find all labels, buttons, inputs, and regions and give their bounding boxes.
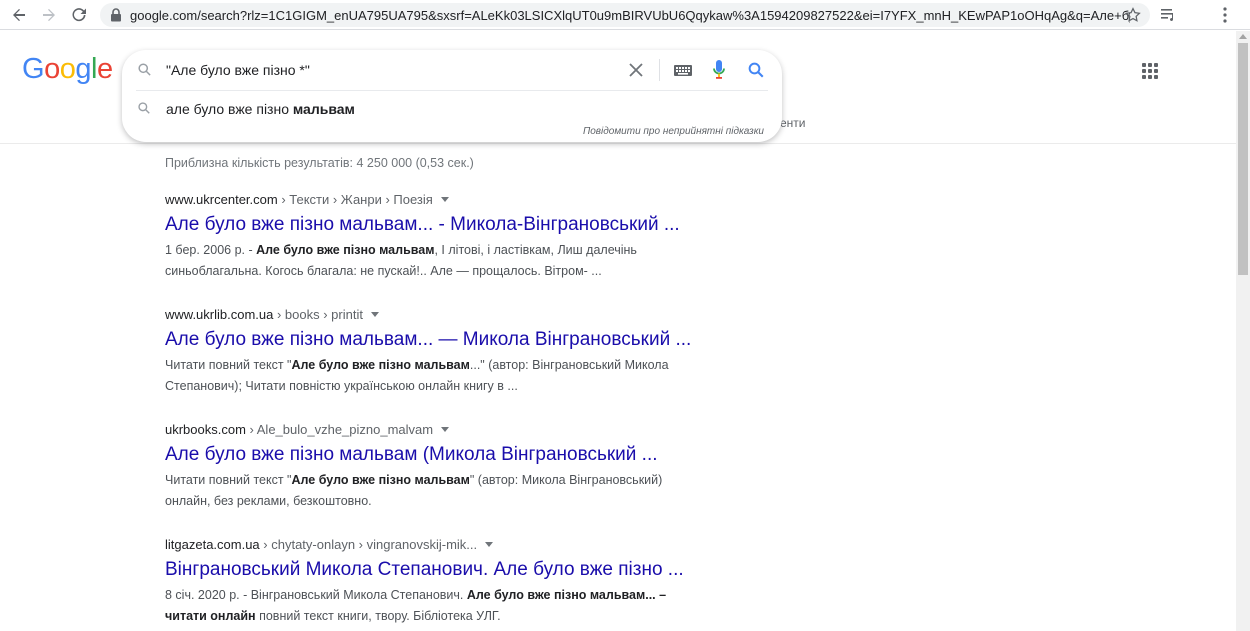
reload-icon bbox=[72, 7, 86, 21]
result-snippet: 1 бер. 2006 р. - Але було вже пізно маль… bbox=[165, 240, 695, 282]
forward-button[interactable] bbox=[36, 2, 62, 28]
search-divider bbox=[659, 59, 660, 81]
apps-grid-icon[interactable] bbox=[1142, 63, 1158, 79]
result-snippet: Читати повний текст "Але було вже пізно … bbox=[165, 355, 695, 397]
result-url[interactable]: www.ukrcenter.com › Тексти › Жанри › Пое… bbox=[165, 191, 725, 208]
logo-letter: o bbox=[44, 53, 60, 85]
snippet-text: повний текст книги, твору. Бібліотека УЛ… bbox=[255, 609, 501, 623]
header-divider bbox=[0, 143, 1236, 144]
result-snippet: Читати повний текст "Але було вже пізно … bbox=[165, 470, 695, 512]
browser-toolbar: google.com/search?rlz=1C1GIGM_enUA795UA7… bbox=[0, 0, 1250, 30]
page-scrollbar[interactable] bbox=[1236, 31, 1250, 631]
search-result: litgazeta.com.ua › chytaty-onlayn › ving… bbox=[165, 536, 725, 627]
result-title-link[interactable]: Але було вже пізно мальвам... — Микола В… bbox=[165, 328, 725, 352]
logo-letter: g bbox=[75, 53, 91, 85]
logo-letter: o bbox=[59, 53, 76, 85]
tab-partial[interactable]: енти bbox=[780, 116, 806, 130]
microphone-icon[interactable] bbox=[713, 60, 725, 80]
search-row bbox=[122, 50, 782, 90]
snippet-highlight: Але було вже пізно мальвам bbox=[291, 473, 470, 487]
result-menu-caret-icon[interactable] bbox=[440, 197, 449, 203]
reading-list-icon[interactable] bbox=[1160, 7, 1176, 23]
search-icon bbox=[138, 63, 151, 76]
snippet-text: 8 січ. 2020 р. - Вінграновський Микола С… bbox=[165, 588, 467, 602]
result-url[interactable]: www.ukrlib.com.ua › books › printit bbox=[165, 306, 725, 323]
result-url[interactable]: ukrbooks.com › Ale_bulo_vzhe_pizno_malva… bbox=[165, 421, 725, 438]
result-menu-caret-icon[interactable] bbox=[370, 312, 379, 318]
scroll-up-arrow-icon[interactable] bbox=[1239, 34, 1247, 39]
result-breadcrumbs: › chytaty-onlayn › vingranovskij-mik... bbox=[259, 537, 478, 552]
result-title-link[interactable]: Вінграновський Микола Степанович. Але бу… bbox=[165, 558, 725, 582]
scroll-thumb[interactable] bbox=[1238, 43, 1248, 275]
result-domain: litgazeta.com.ua bbox=[165, 537, 260, 552]
result-title-link[interactable]: Але було вже пізно мальвам (Микола Вінгр… bbox=[165, 443, 725, 467]
result-url[interactable]: litgazeta.com.ua › chytaty-onlayn › ving… bbox=[165, 536, 725, 553]
search-result: www.ukrcenter.com › Тексти › Жанри › Пое… bbox=[165, 191, 725, 282]
clear-icon[interactable] bbox=[628, 62, 644, 78]
snippet-text: Читати повний текст " bbox=[165, 358, 292, 372]
result-snippet: 8 січ. 2020 р. - Вінграновський Микола С… bbox=[165, 585, 695, 627]
arrow-right-icon bbox=[43, 8, 55, 21]
arrow-left-icon bbox=[13, 8, 25, 21]
result-menu-caret-icon[interactable] bbox=[441, 427, 450, 433]
search-input[interactable] bbox=[166, 60, 616, 80]
search-submit-icon[interactable] bbox=[747, 61, 765, 79]
search-result: ukrbooks.com › Ale_bulo_vzhe_pizno_malva… bbox=[165, 421, 725, 512]
lock-icon bbox=[111, 8, 121, 22]
logo-letter: e bbox=[96, 53, 113, 85]
result-breadcrumbs: › Тексти › Жанри › Поезія bbox=[277, 192, 433, 207]
suggestion-divider bbox=[136, 90, 768, 91]
snippet-highlight: Але було вже пізно мальвам bbox=[256, 243, 435, 257]
suggestion-text: але було вже пізно мальвам bbox=[166, 101, 355, 117]
autocomplete-suggestion[interactable]: але було вже пізно мальвам bbox=[122, 96, 782, 122]
result-title-link[interactable]: Але було вже пізно мальвам... - Микола-В… bbox=[165, 213, 725, 237]
result-breadcrumbs: › books › printit bbox=[273, 307, 363, 322]
bookmark-star-icon[interactable] bbox=[1124, 6, 1142, 24]
search-result: www.ukrlib.com.ua › books › printit Але б… bbox=[165, 306, 725, 397]
url-text[interactable]: google.com/search?rlz=1C1GIGM_enUA795UA7… bbox=[130, 8, 1130, 23]
result-domain: www.ukrlib.com.ua bbox=[165, 307, 274, 322]
result-domain: www.ukrcenter.com bbox=[165, 192, 278, 207]
more-vert-icon[interactable] bbox=[1222, 6, 1228, 24]
snippet-highlight: Але було вже пізно мальвам bbox=[291, 358, 470, 372]
search-icon bbox=[138, 102, 150, 114]
result-domain: ukrbooks.com bbox=[165, 422, 246, 437]
search-box: але було вже пізно мальвам Повідомити пр… bbox=[122, 50, 782, 142]
keyboard-icon[interactable] bbox=[674, 65, 692, 76]
back-button[interactable] bbox=[6, 2, 32, 28]
address-bar[interactable]: google.com/search?rlz=1C1GIGM_enUA795UA7… bbox=[100, 3, 1150, 27]
snippet-text: 1 бер. 2006 р. - bbox=[165, 243, 257, 257]
result-breadcrumbs: › Ale_bulo_vzhe_pizno_malvam bbox=[245, 422, 434, 437]
snippet-text: Читати повний текст " bbox=[165, 473, 292, 487]
result-stats: Приблизна кількість результатів: 4 250 0… bbox=[165, 156, 474, 170]
google-logo[interactable]: Google bbox=[22, 53, 113, 86]
reload-button[interactable] bbox=[66, 2, 92, 28]
report-suggestions-link[interactable]: Повідомити про неприйнятні підказки bbox=[583, 126, 764, 137]
logo-letter: G bbox=[22, 53, 45, 85]
result-menu-caret-icon[interactable] bbox=[485, 542, 494, 548]
